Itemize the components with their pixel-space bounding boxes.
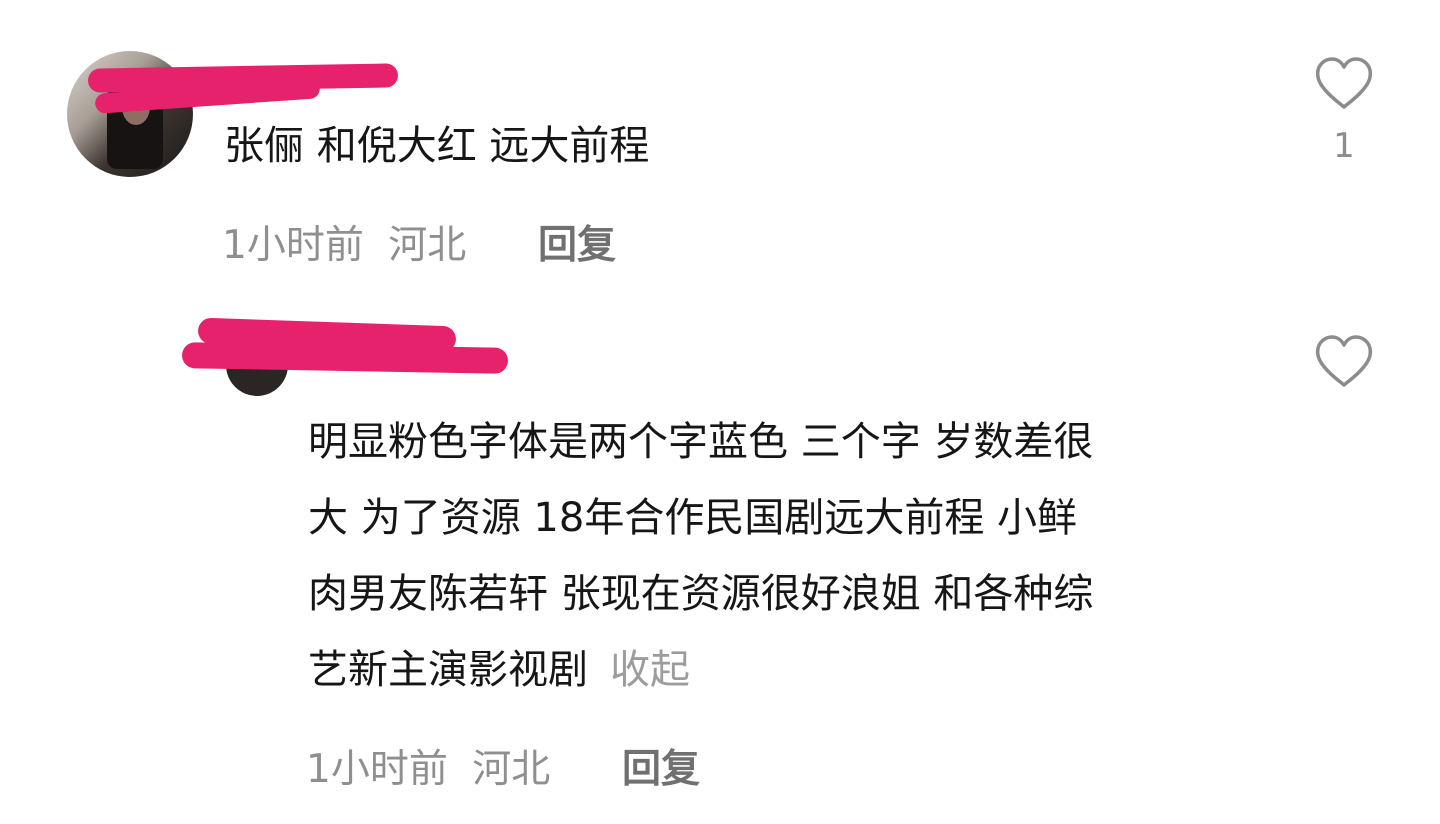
- comment-time: 1小时前: [222, 223, 364, 268]
- reply-button[interactable]: 回复: [622, 738, 700, 794]
- like-button[interactable]: [1314, 56, 1374, 112]
- comment-text-line: 明显粉色字体是两个字蓝色 三个字 岁数差很: [308, 419, 1094, 465]
- reply-button[interactable]: 回复: [538, 214, 616, 270]
- collapse-button[interactable]: 收起: [610, 647, 690, 693]
- like-button[interactable]: [1314, 334, 1374, 390]
- comment-text-line: 艺新主演影视剧 收起: [308, 632, 690, 708]
- comment-text-line: 肉男友陈若轩 张现在资源很好浪姐 和各种综: [308, 571, 1094, 617]
- comment-meta: 1小时前 河北: [222, 214, 466, 270]
- comment-text-line: 大 为了资源 18年合作民国剧远大前程 小鲜: [308, 495, 1078, 541]
- comment-meta: 1小时前 河北: [306, 738, 550, 794]
- comment-location: 河北: [388, 223, 467, 268]
- comment-time: 1小时前: [306, 747, 448, 792]
- comment-text-tail: 艺新主演影视剧: [308, 647, 588, 693]
- heart-outline-icon: [1315, 57, 1373, 109]
- like-count: 1: [1333, 126, 1355, 166]
- comment-text: 张俪 和倪大红 远大前程: [224, 123, 650, 169]
- comment-list: 张俪 和倪大红 远大前程 1小时前 河北 回复 1 明显粉色字体是两个字蓝色 三…: [0, 0, 1440, 824]
- heart-outline-icon: [1315, 335, 1373, 387]
- comment-location: 河北: [472, 747, 551, 792]
